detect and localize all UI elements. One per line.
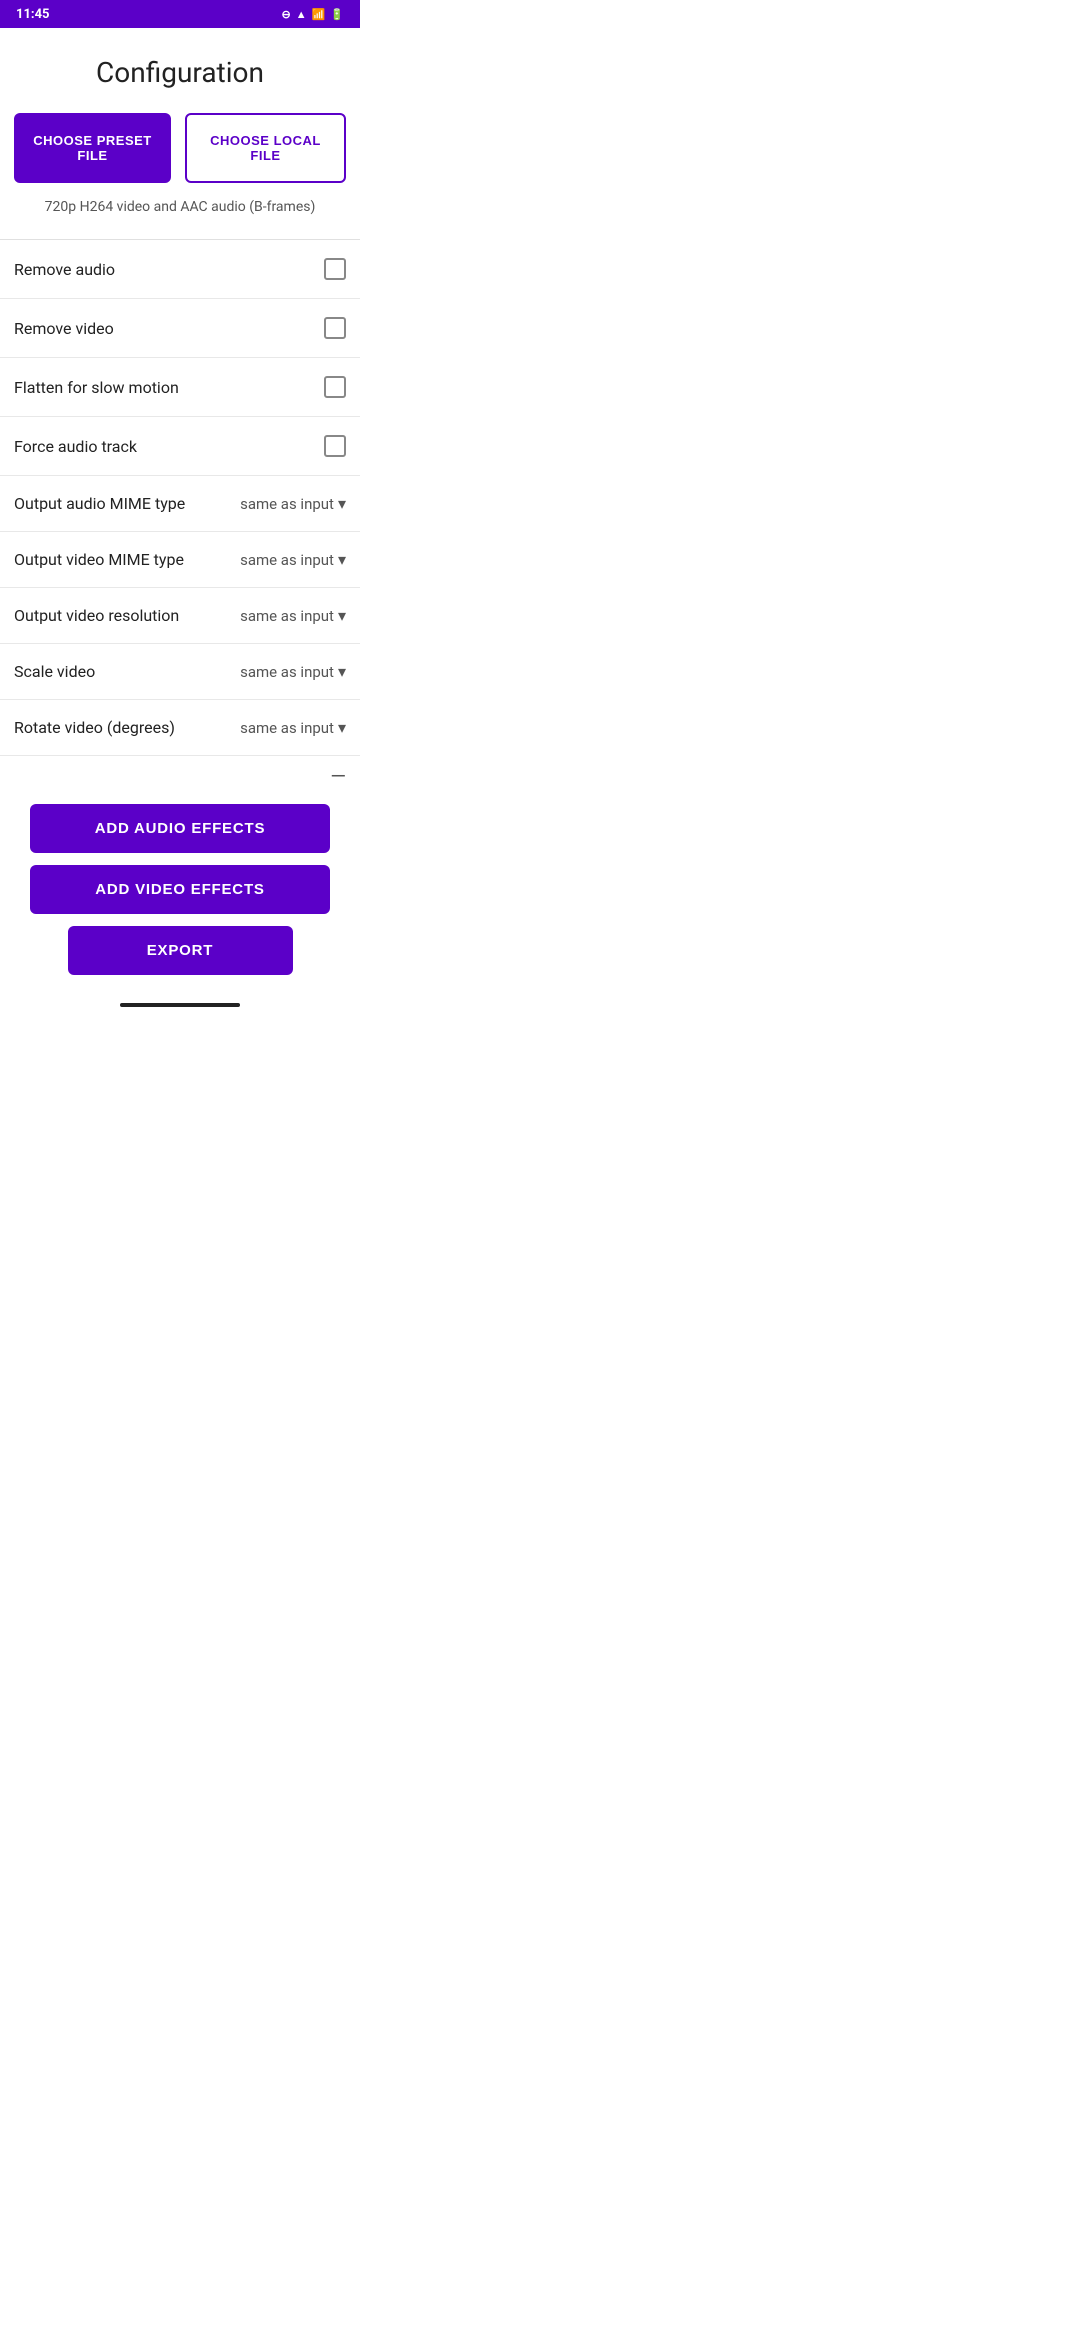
add-audio-effects-button[interactable]: ADD AUDIO EFFECTS [30, 804, 330, 853]
dnd-icon: ⊖ [281, 8, 290, 21]
status-bar: 11:45 ⊖ ▲ 📶 🔋 [0, 0, 360, 28]
dropdown-text-rotate-video: same as input [240, 719, 334, 737]
dropdown-text-output-video-resolution: same as input [240, 607, 334, 625]
bottom-divider: — [0, 756, 360, 788]
checkbox-force-audio-track[interactable] [324, 435, 346, 457]
dropdown-value-output-video-mime[interactable]: same as input ▾ [240, 550, 346, 569]
add-video-effects-button[interactable]: ADD VIDEO EFFECTS [30, 865, 330, 914]
chevron-down-icon-rotate-video: ▾ [338, 718, 346, 737]
preset-description: 720p H264 video and AAC audio (B-frames) [14, 199, 346, 215]
dropdown-text-output-audio-mime: same as input [240, 495, 334, 513]
checkbox-flatten-slow-motion[interactable] [324, 376, 346, 398]
option-flatten-slow-motion: Flatten for slow motion [0, 358, 360, 417]
dropdown-rotate-video[interactable]: Rotate video (degrees) same as input ▾ [0, 700, 360, 756]
choose-local-file-button[interactable]: CHOOSE LOCAL FILE [185, 113, 346, 183]
chevron-down-icon-scale-video: ▾ [338, 662, 346, 681]
option-remove-video: Remove video [0, 299, 360, 358]
dash-icon: — [330, 764, 346, 788]
chevron-down-icon-video-mime: ▾ [338, 550, 346, 569]
dropdown-label-output-video-mime: Output video MIME type [14, 550, 240, 569]
dropdown-value-output-video-resolution[interactable]: same as input ▾ [240, 606, 346, 625]
checkbox-remove-audio[interactable] [324, 258, 346, 280]
choose-preset-file-button[interactable]: CHOOSE PRESET FILE [14, 113, 171, 183]
dropdown-scale-video[interactable]: Scale video same as input ▾ [0, 644, 360, 700]
dropdown-value-scale-video[interactable]: same as input ▾ [240, 662, 346, 681]
nav-bar-line [120, 1003, 240, 1007]
checkbox-remove-video[interactable] [324, 317, 346, 339]
chevron-down-icon-video-resolution: ▾ [338, 606, 346, 625]
dropdown-value-output-audio-mime[interactable]: same as input ▾ [240, 494, 346, 513]
dropdown-output-video-mime[interactable]: Output video MIME type same as input ▾ [0, 532, 360, 588]
status-icons: ⊖ ▲ 📶 🔋 [281, 8, 344, 21]
dropdown-text-output-video-mime: same as input [240, 551, 334, 569]
dropdown-label-output-video-resolution: Output video resolution [14, 606, 240, 625]
option-label-force-audio-track: Force audio track [14, 437, 324, 456]
top-buttons-row: CHOOSE PRESET FILE CHOOSE LOCAL FILE [0, 113, 360, 183]
option-remove-audio: Remove audio [0, 240, 360, 299]
chevron-down-icon-audio-mime: ▾ [338, 494, 346, 513]
option-label-remove-audio: Remove audio [14, 260, 324, 279]
dropdown-output-video-resolution[interactable]: Output video resolution same as input ▾ [0, 588, 360, 644]
dropdown-label-output-audio-mime: Output audio MIME type [14, 494, 240, 513]
export-button[interactable]: EXPORT [68, 926, 293, 975]
dropdown-label-scale-video: Scale video [14, 662, 240, 681]
option-force-audio-track: Force audio track [0, 417, 360, 476]
nav-bar [0, 995, 360, 1019]
dropdown-output-audio-mime[interactable]: Output audio MIME type same as input ▾ [0, 476, 360, 532]
dropdown-label-rotate-video: Rotate video (degrees) [14, 718, 240, 737]
battery-icon: 🔋 [330, 8, 344, 21]
dropdown-value-rotate-video[interactable]: same as input ▾ [240, 718, 346, 737]
status-time: 11:45 [16, 7, 50, 22]
wifi-icon: ▲ [296, 8, 307, 21]
signal-icon: 📶 [312, 8, 326, 21]
option-label-flatten-slow-motion: Flatten for slow motion [14, 378, 324, 397]
option-label-remove-video: Remove video [14, 319, 324, 338]
page-title: Configuration [0, 56, 360, 89]
action-buttons: ADD AUDIO EFFECTS ADD VIDEO EFFECTS EXPO… [0, 788, 360, 995]
dropdown-text-scale-video: same as input [240, 663, 334, 681]
